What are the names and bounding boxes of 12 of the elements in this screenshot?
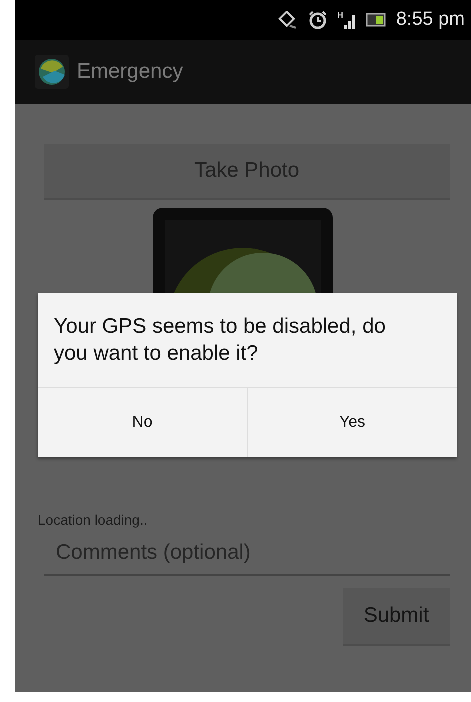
- app-title: Emergency: [77, 60, 184, 84]
- app-icon: [35, 55, 69, 89]
- comments-field[interactable]: Comments (optional): [44, 532, 450, 576]
- dialog-button[interactable]: No: [38, 388, 247, 457]
- dialog-button[interactable]: Yes: [247, 388, 457, 457]
- dialog-message: Your GPS seems to be disabled, do you want to enable it?: [53, 314, 387, 367]
- alarm-icon: [308, 10, 328, 30]
- clock-time: 8:55 pm: [396, 9, 465, 31]
- network-type: H: [338, 11, 344, 20]
- battery-icon: [366, 13, 386, 27]
- location-status: Location loading..: [38, 512, 148, 528]
- signal-icon: [344, 13, 356, 29]
